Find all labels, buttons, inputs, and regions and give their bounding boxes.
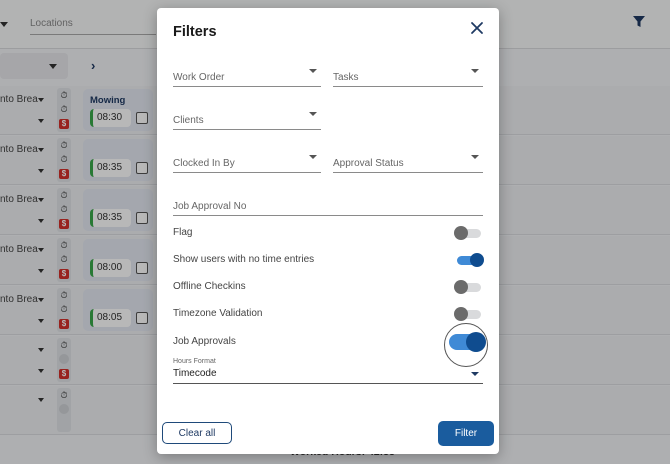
timezone-validation-label: Timezone Validation [173,308,263,319]
job-approvals-label: Job Approvals [173,336,236,347]
chevron-down-icon [309,155,317,159]
no-time-entries-toggle-row: Show users with no time entries [173,252,484,270]
tasks-select[interactable]: Tasks [333,64,483,87]
work-order-label: Work Order [173,72,225,83]
flag-toggle[interactable] [454,226,481,240]
job-approval-no-label: Job Approval No [173,201,247,212]
toggle-knob [470,253,484,267]
filter-button[interactable]: Filter [438,421,494,446]
chevron-down-icon [471,372,479,376]
hours-format-select[interactable]: Timecode [173,366,483,384]
toggle-knob [454,280,468,294]
approval-status-label: Approval Status [333,158,404,169]
filters-modal: Filters Work Order Tasks Clients Clocked… [157,8,499,454]
clients-label: Clients [173,115,204,126]
clear-all-button[interactable]: Clear all [162,422,232,444]
timezone-validation-toggle[interactable] [454,307,481,321]
no-time-entries-toggle[interactable] [457,253,484,267]
offline-checkins-toggle[interactable] [454,280,481,294]
chevron-down-icon [309,112,317,116]
toggle-knob [454,307,468,321]
work-order-select[interactable]: Work Order [173,64,321,87]
chevron-down-icon [471,155,479,159]
timezone-validation-toggle-row: Timezone Validation [173,306,483,324]
clients-select[interactable]: Clients [173,107,321,130]
job-approval-no-input[interactable]: Job Approval No [173,193,483,216]
chevron-down-icon [471,69,479,73]
clocked-in-by-select[interactable]: Clocked In By [173,150,321,173]
close-icon[interactable] [469,20,485,36]
toggle-knob [454,226,468,240]
flag-label: Flag [173,227,193,238]
hours-format-value: Timecode [173,368,217,379]
job-approvals-toggle-row: Job Approvals [173,334,483,352]
offline-checkins-label: Offline Checkins [173,281,246,292]
approval-status-select[interactable]: Approval Status [333,150,483,173]
flag-toggle-row: Flag [173,225,483,243]
hours-format-label: Hours Format [173,358,216,365]
modal-title: Filters [173,24,217,40]
offline-checkins-toggle-row: Offline Checkins [173,279,483,297]
tasks-label: Tasks [333,72,359,83]
chevron-down-icon [309,69,317,73]
no-time-entries-label: Show users with no time entries [173,254,315,265]
job-approvals-toggle[interactable] [449,332,486,352]
clocked-in-by-label: Clocked In By [173,158,235,169]
toggle-knob [466,332,486,352]
